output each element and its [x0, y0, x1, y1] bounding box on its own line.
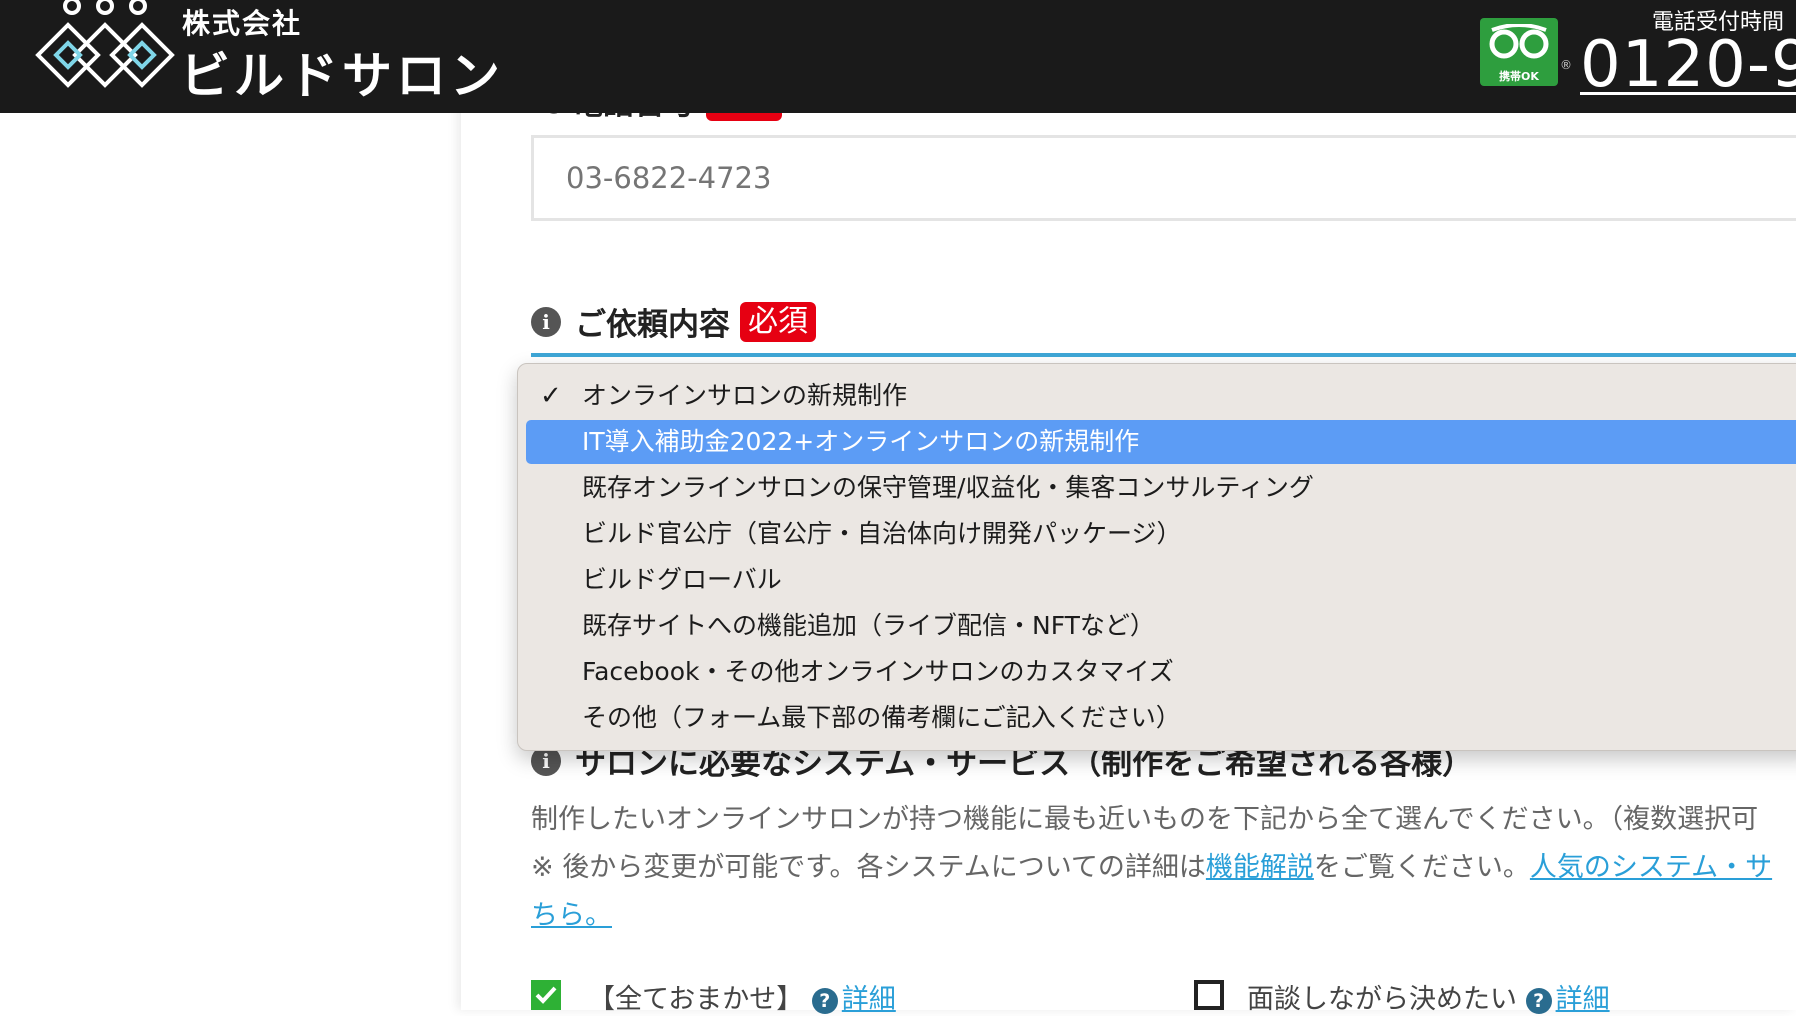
option-label: ビルドグローバル: [582, 565, 782, 594]
dropdown-option[interactable]: ✓ オンラインサロンの新規制作: [526, 374, 1796, 418]
option-label: 既存オンラインサロンの保守管理/収益化・集客コンサルティング: [582, 473, 1314, 502]
popular-systems-link[interactable]: 人気のシステム・サ: [1530, 852, 1772, 883]
freedial-badge: 携帯OK: [1499, 70, 1539, 83]
info-icon: i: [531, 306, 561, 337]
required-badge: 必須: [740, 301, 816, 342]
checkbox-all-omakase[interactable]: [531, 980, 561, 1010]
dropdown-option[interactable]: その他（フォーム最下部の備考欄にご記入ください）: [526, 696, 1796, 740]
checkbox-all-omakase-label: 【全ておまかせ】 ? 詳細: [588, 977, 896, 1016]
dropdown-option[interactable]: ビルドグローバル: [526, 558, 1796, 602]
system-note-cont: ちら。: [531, 893, 612, 932]
note-mid: をご覧ください。: [1313, 852, 1530, 883]
request-select[interactable]: [531, 353, 1796, 357]
site-header: 株式会社 ビルドサロン 携帯OK ® 電話受付時間 0120-95: [0, 0, 1796, 113]
omakase-label-text: 【全ておまかせ】: [588, 984, 804, 1015]
checkmark-icon: [535, 986, 557, 1004]
dropdown-option[interactable]: 既存サイトへの機能追加（ライブ配信・NFTなど）: [526, 604, 1796, 648]
request-label-text: ご依頼内容: [575, 307, 730, 343]
popular-systems-link-cont[interactable]: ちら。: [531, 900, 612, 931]
feature-guide-link[interactable]: 機能解説: [1206, 852, 1314, 883]
checkbox-decide-in-meeting-label: 面談しながら決めたい ? 詳細: [1247, 977, 1610, 1016]
note-prefix: ※ 後から変更が可能です。各システムについての詳細は: [531, 852, 1206, 883]
option-label: Facebook・その他オンラインサロンのカスタマイズ: [582, 657, 1174, 686]
phone-number-link[interactable]: 0120-95: [1580, 28, 1796, 102]
logo-mark-icon[interactable]: [30, 0, 180, 100]
dropdown-option-highlighted[interactable]: IT導入補助金2022+オンラインサロンの新規制作: [526, 420, 1796, 464]
request-field-label: i ご依頼内容 必須: [531, 299, 816, 344]
option-label: 既存サイトへの機能追加（ライブ配信・NFTなど）: [582, 611, 1155, 640]
dropdown-option[interactable]: ビルド官公庁（官公庁・自治体向け開発パッケージ）: [526, 512, 1796, 556]
freedial-icon: 携帯OK: [1480, 18, 1558, 86]
logo-company-name[interactable]: ビルドサロン: [180, 36, 504, 108]
system-note: ※ 後から変更が可能です。各システムについての詳細は機能解説をご覧ください。人気…: [531, 845, 1772, 884]
detail-link[interactable]: 詳細: [842, 984, 896, 1015]
phone-input[interactable]: [531, 135, 1796, 221]
system-description: 制作したいオンラインサロンが持つ機能に最も近いものを下記から全て選んでください。…: [531, 804, 1759, 835]
option-label: オンラインサロンの新規制作: [582, 381, 908, 410]
request-dropdown-menu: ✓ オンラインサロンの新規制作 IT導入補助金2022+オンラインサロンの新規制…: [517, 363, 1796, 751]
option-label: IT導入補助金2022+オンラインサロンの新規制作: [582, 427, 1140, 456]
meeting-label-text: 面談しながら決めたい: [1247, 984, 1517, 1015]
registered-mark: ®: [1560, 58, 1572, 72]
option-label: ビルド官公庁（官公庁・自治体向け開発パッケージ）: [582, 519, 1182, 548]
checkbox-decide-in-meeting[interactable]: [1194, 980, 1224, 1010]
detail-link[interactable]: 詳細: [1556, 984, 1610, 1015]
checkmark-icon: ✓: [540, 381, 562, 411]
option-label: その他（フォーム最下部の備考欄にご記入ください）: [582, 703, 1181, 732]
dropdown-option[interactable]: 既存オンラインサロンの保守管理/収益化・集客コンサルティング: [526, 466, 1796, 510]
dropdown-option[interactable]: Facebook・その他オンラインサロンのカスタマイズ: [526, 650, 1796, 694]
page-gutter: [0, 0, 461, 1010]
